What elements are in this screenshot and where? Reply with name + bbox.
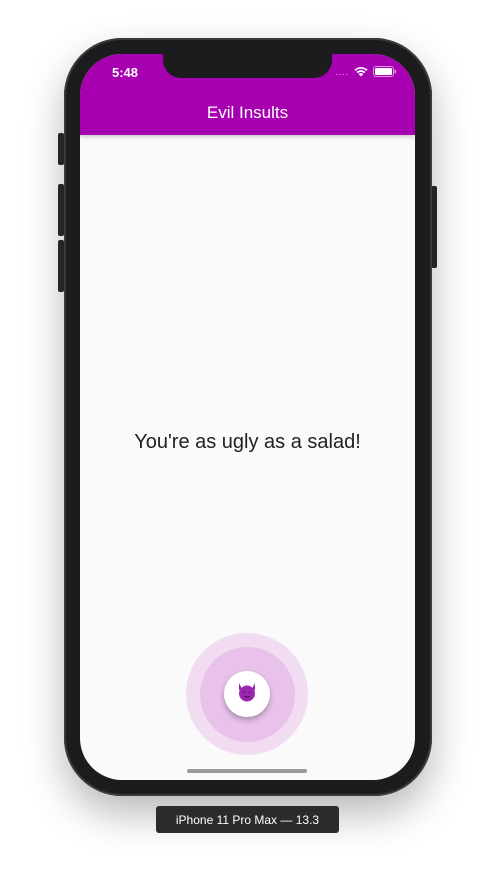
status-time: 5:48 [112, 65, 139, 80]
battery-icon [373, 66, 397, 77]
app-screen: 5:48 .... Evil Insults You're as ugly as… [80, 54, 415, 780]
notch [163, 54, 332, 78]
smiling-devil-icon [236, 682, 258, 707]
app-title: Evil Insults [206, 103, 289, 122]
simulator-stage: 5:48 .... Evil Insults You're as ugly as… [0, 0, 495, 870]
wifi-icon [354, 66, 368, 77]
signal-icon: .... [334, 66, 349, 77]
status-icons: .... [335, 66, 397, 77]
home-indicator[interactable] [187, 769, 307, 773]
app-bar: 5:48 .... Evil Insults [80, 54, 415, 135]
new-insult-button[interactable] [224, 671, 270, 717]
insult-text: You're as ugly as a salad! [134, 431, 361, 453]
simulator-device-label: iPhone 11 Pro Max — 13.3 [156, 806, 339, 833]
